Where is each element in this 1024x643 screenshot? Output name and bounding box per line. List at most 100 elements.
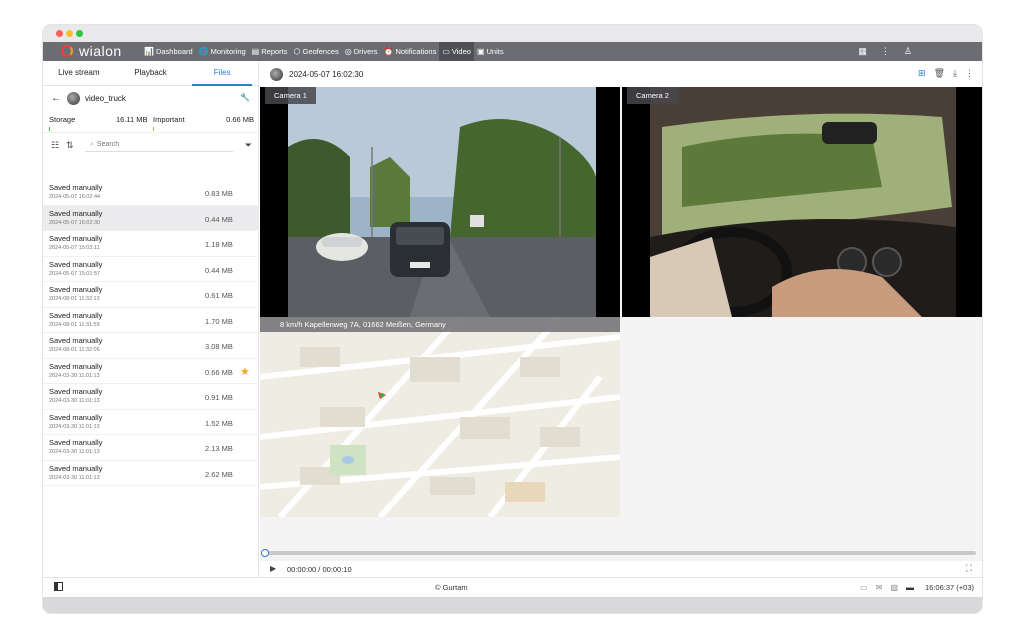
maximize-window-button[interactable] — [76, 30, 83, 37]
file-size: 0.66 MB — [205, 367, 233, 377]
back-arrow-icon[interactable]: ← — [51, 93, 61, 104]
message-icon[interactable]: ▭ — [860, 583, 868, 592]
file-date: 2024-03-30 11:01:13 — [49, 474, 100, 481]
group-view-icon[interactable]: ☷ — [51, 140, 59, 151]
nav-item-label: Drivers — [353, 47, 378, 56]
nav-item-video[interactable]: ▭ Video — [439, 42, 474, 61]
nav-item-notifications[interactable]: ⏰ Notifications — [381, 42, 440, 61]
nav-item-units[interactable]: ▣ Units — [474, 42, 507, 61]
file-name: Saved manually — [49, 463, 103, 473]
file-name: Saved manually — [49, 412, 103, 422]
file-name: Saved manually — [49, 234, 103, 243]
important-value: 0.66 MB — [226, 115, 254, 124]
nav-item-dashboard[interactable]: 📊 Dashboard — [141, 42, 196, 61]
playback-timeline[interactable] — [261, 549, 976, 557]
map-view[interactable]: 8 km/h Kapellenweg 7A, 01662 Meißen, Ger… — [260, 317, 620, 517]
video-icon: ▭ — [442, 47, 450, 56]
search-input[interactable] — [96, 141, 217, 148]
file-date: 2024-05-07 16:02:44 — [49, 194, 101, 200]
nav-item-monitoring[interactable]: 🌐 Monitoring — [196, 42, 249, 61]
play-icon[interactable]: ▶ — [270, 564, 276, 573]
file-list-item[interactable]: Saved manually 2024-03-30 11:01:13 0.66 MB… — [43, 359, 259, 384]
wrench-icon[interactable]: 🔧 — [240, 93, 250, 102]
file-list-item[interactable]: Saved manually 2024-05-07 15:01:57 0.44 MB — [43, 257, 259, 282]
report-icon: ▤ — [251, 47, 260, 56]
wialon-logo[interactable]: wialon — [61, 43, 122, 59]
camera-2-label: Camera 2 — [627, 87, 678, 104]
sort-icon[interactable]: ⇅ — [66, 140, 74, 151]
file-list-item[interactable]: Saved manually 2024-08-01 11:32:06 3.08 MB — [43, 333, 259, 359]
app-window: wialon 📊 Dashboard 🌐 Monitoring ▤ Reports ⬡ Geo… — [43, 25, 982, 613]
file-date: 2024-05-07 16:02:30 — [49, 219, 101, 226]
filter-icon[interactable]: ⏷ — [245, 140, 252, 151]
player-controls: ▶ 00:00:00 / 00:00:10 ⛶ — [260, 561, 982, 577]
file-date: 2024-03-30 11:01:13 — [49, 449, 100, 455]
file-name: Saved manually — [49, 259, 103, 269]
nav-item-label: Reports — [261, 47, 288, 56]
file-date: 2024-08-01 11:31:59 — [49, 321, 100, 328]
file-actions: ⊞ 🗑 ⤓ ⋮ — [918, 68, 974, 79]
file-list-item[interactable]: Saved manually 2024-08-01 11:32:13 0.61 MB — [43, 282, 259, 308]
toggle-panel-icon[interactable] — [54, 582, 63, 591]
logo-ring-icon — [61, 45, 73, 57]
file-name: Saved manually — [49, 336, 103, 345]
storage-bar — [49, 127, 50, 131]
file-name: Saved manually — [49, 361, 103, 371]
fullscreen-icon[interactable]: ⛶ — [966, 563, 972, 574]
file-size: 1.18 MB — [205, 240, 233, 249]
user-icon[interactable]: ♙ — [904, 46, 912, 57]
apps-grid-icon[interactable]: ▦ — [858, 46, 867, 57]
file-name: Saved manually — [49, 285, 103, 294]
map-icon[interactable]: ⊞ — [918, 68, 926, 79]
nav-item-reports[interactable]: ▤ Reports — [249, 42, 291, 61]
map-location-bar: 8 km/h Kapellenweg 7A, 01662 Meißen, Ger… — [260, 317, 620, 332]
file-list-item[interactable]: Saved manually 2024-05-07 16:02:44 0.83 MB — [43, 180, 259, 206]
image-icon[interactable]: ▨ — [890, 583, 898, 592]
file-list-item[interactable]: Saved manually 2024-05-07 15:03:11 1.18 MB — [43, 231, 259, 257]
file-name: Saved manually — [49, 438, 103, 447]
file-list-item[interactable]: Saved manually 2024-03-30 11:01:13 1.52 MB — [43, 410, 259, 435]
nav-right-tools: ▦ ⋮ ♙ — [858, 42, 912, 61]
card-icon[interactable]: ▬ — [906, 583, 914, 592]
file-size: 2.62 MB — [205, 469, 233, 479]
nav-item-label: Geofences — [302, 47, 339, 56]
tab-playback[interactable]: Playback — [115, 61, 187, 85]
unit-row: ← video_truck 🔧 — [43, 86, 258, 110]
file-date: 2024-05-07 15:03:11 — [49, 245, 100, 251]
timeline-knob[interactable] — [261, 549, 269, 557]
file-list-item[interactable]: Saved manually 2024-03-30 11:01:13 2.13 MB — [43, 435, 259, 461]
tab-files[interactable]: Files — [186, 61, 258, 86]
camera-grid: Camera 1 Camera 2 — [260, 87, 982, 317]
file-list: Saved manually 2024-05-07 16:02:44 0.83 MB… — [43, 180, 259, 486]
search-icon: ⌕ — [90, 140, 94, 148]
file-date: 2024-08-01 11:32:13 — [49, 296, 100, 302]
file-list-item[interactable]: Saved manually 2024-05-07 16:02:30 0.44 MB — [43, 205, 259, 231]
download-icon[interactable]: ⤓ — [953, 68, 957, 79]
camera-1-view[interactable]: Camera 1 — [260, 87, 620, 317]
chart-icon: 📊 — [144, 47, 154, 56]
more-vertical-icon[interactable]: ⋮ — [965, 68, 974, 79]
file-size: 1.70 MB — [205, 316, 233, 326]
minimize-window-button[interactable] — [66, 30, 73, 37]
star-icon[interactable]: ★ — [240, 365, 250, 378]
playback-time: 00:00:00 / 00:00:10 — [287, 565, 352, 574]
clock: 16:06:37 (+03) — [925, 583, 974, 592]
file-size: 0.61 MB — [205, 291, 233, 300]
more-vertical-icon[interactable]: ⋮ — [881, 46, 890, 57]
camera-2-view[interactable]: Camera 2 — [622, 87, 982, 317]
nav-item-drivers[interactable]: ◎ Drivers — [342, 42, 381, 61]
camera-1-label: Camera 1 — [265, 87, 316, 104]
trash-icon[interactable]: 🗑 — [934, 68, 945, 79]
footer-icons: ▭ ✉ ▨ ▬ — [860, 583, 914, 592]
file-size: 0.91 MB — [205, 393, 233, 402]
nav-item-geofences[interactable]: ⬡ Geofences — [291, 42, 342, 61]
close-window-button[interactable] — [56, 30, 63, 37]
file-list-item[interactable]: Saved manually 2024-08-01 11:31:59 1.70 MB — [43, 308, 259, 333]
notification-icon[interactable]: ✉ — [876, 583, 883, 592]
unit-avatar — [67, 91, 80, 105]
file-list-item[interactable]: Saved manually 2024-03-30 11:01:13 0.91 MB — [43, 384, 259, 410]
tab-live-stream[interactable]: Live stream — [43, 61, 115, 85]
file-name: Saved manually — [49, 310, 103, 320]
file-size: 3.08 MB — [205, 342, 233, 351]
file-list-item[interactable]: Saved manually 2024-03-30 11:01:13 2.62 MB — [43, 461, 259, 486]
